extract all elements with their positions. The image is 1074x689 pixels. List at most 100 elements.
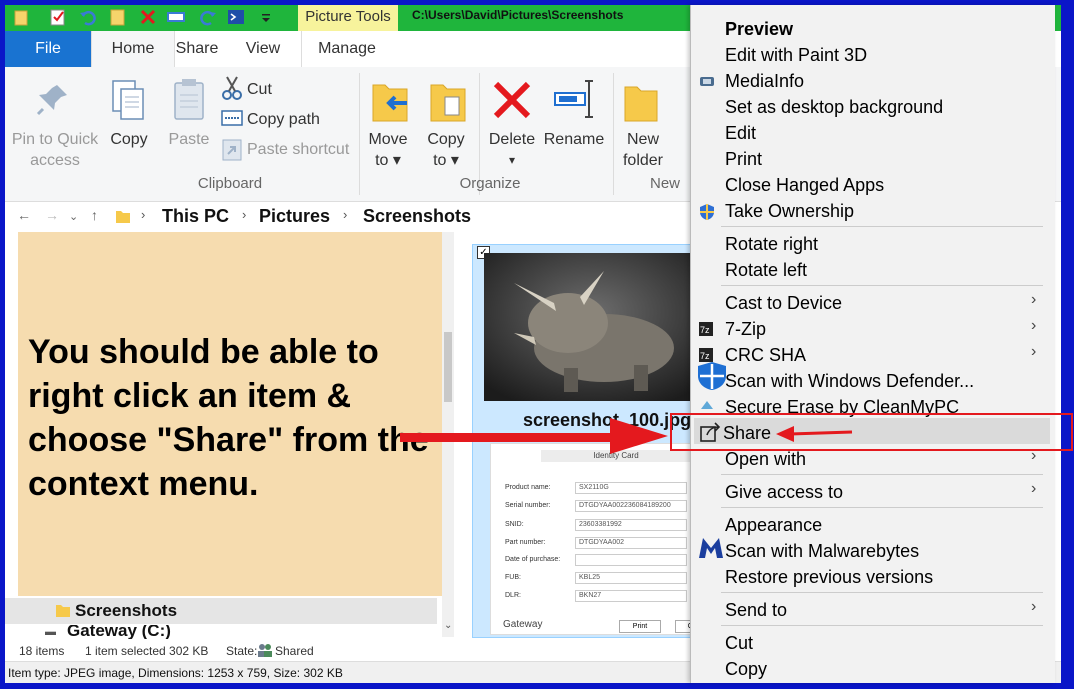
7zip-icon: 7z: [699, 322, 713, 336]
tab-view[interactable]: View: [245, 31, 281, 67]
gateway-logo: Gateway: [503, 619, 543, 630]
breadcrumb-separator[interactable]: ›: [343, 207, 347, 222]
cut-icon: [222, 76, 242, 100]
menu-item-set-desktop-background[interactable]: Set as desktop background: [725, 97, 943, 118]
paste-button[interactable]: Paste: [163, 129, 215, 150]
delete-button[interactable]: Delete ▾: [487, 129, 537, 171]
menu-item-cast-to-device[interactable]: Cast to Device: [725, 293, 842, 314]
doc-row-label: Date of purchase:: [505, 556, 561, 563]
menu-item-restore-previous-versions[interactable]: Restore previous versions: [725, 567, 933, 588]
breadcrumb-this-pc[interactable]: This PC: [162, 206, 229, 227]
menu-item-7zip[interactable]: 7-Zip: [725, 319, 766, 340]
move-to-button[interactable]: Move to ▾: [363, 129, 413, 171]
scroll-down-icon[interactable]: ⌄: [444, 620, 452, 631]
delete-x-icon: [493, 81, 531, 119]
doc-row-label: SNID:: [505, 521, 524, 528]
nav-item-gateway-drive[interactable]: ▬ Gateway (C:): [5, 625, 437, 639]
chevron-down-icon: ▾: [508, 153, 516, 167]
copy-to-button[interactable]: Copy to ▾: [421, 129, 471, 171]
breadcrumb-screenshots[interactable]: Screenshots: [363, 206, 471, 227]
menu-item-copy[interactable]: Copy: [725, 659, 767, 680]
back-arrow-icon[interactable]: ←: [17, 207, 31, 223]
submenu-arrow-icon: ›: [1031, 343, 1037, 360]
menu-item-crc-sha[interactable]: CRC SHA: [725, 345, 806, 366]
menu-item-mediainfo[interactable]: MediaInfo: [725, 71, 804, 92]
new-folder-icon: [624, 86, 658, 122]
menu-item-send-to[interactable]: Send to: [725, 600, 787, 621]
doc-row-value: 23603381992: [579, 521, 622, 528]
rename-button[interactable]: Rename: [543, 129, 605, 150]
nav-item-label: Screenshots: [75, 601, 178, 620]
menu-item-preview[interactable]: Preview: [725, 19, 793, 40]
recent-locations-icon[interactable]: ⌄: [69, 210, 78, 223]
tab-file[interactable]: File: [5, 31, 91, 67]
tab-share[interactable]: Share: [175, 31, 219, 67]
menu-item-scan-malwarebytes[interactable]: Scan with Malwarebytes: [725, 541, 919, 562]
customize-qat-icon[interactable]: [257, 8, 275, 26]
status-bar: 18 items 1 item selected 302 KB State: S…: [5, 639, 695, 661]
menu-item-print[interactable]: Print: [725, 149, 762, 170]
nav-item-screenshots[interactable]: Screenshots: [5, 598, 437, 624]
forward-arrow-icon[interactable]: →: [45, 207, 59, 223]
menu-item-appearance[interactable]: Appearance: [725, 515, 822, 536]
menu-item-rotate-left[interactable]: Rotate left: [725, 260, 807, 281]
submenu-arrow-icon: ›: [1031, 480, 1037, 497]
move-to-label-2: to ▾: [375, 152, 401, 169]
nav-item-label: Gateway (C:): [67, 625, 171, 639]
copy-icon: [112, 80, 144, 120]
nav-pane-scrollbar[interactable]: ⌄: [442, 232, 454, 637]
new-group-label: New: [649, 175, 680, 192]
copy-to-icon: [430, 84, 466, 122]
up-arrow-icon[interactable]: ↑: [91, 207, 98, 223]
cut-button[interactable]: Cut: [247, 79, 272, 100]
doc-row-value: KBL25: [579, 574, 601, 581]
breadcrumb-separator[interactable]: ›: [242, 207, 246, 222]
move-to-icon: [372, 84, 408, 122]
menu-item-scan-windows-defender[interactable]: Scan with Windows Defender...: [725, 371, 974, 392]
menu-item-edit[interactable]: Edit: [725, 123, 756, 144]
scrollbar-thumb[interactable]: [444, 332, 452, 402]
window-title: C:\Users\David\Pictures\Screenshots: [412, 8, 624, 22]
svg-text:7z: 7z: [700, 325, 710, 335]
menu-item-edit-paint3d[interactable]: Edit with Paint 3D: [725, 45, 867, 66]
tab-home[interactable]: Home: [91, 31, 175, 67]
copy-path-icon: [221, 110, 243, 126]
redo-icon[interactable]: [199, 8, 217, 26]
rename-icon[interactable]: [167, 8, 185, 26]
state-value: Shared: [275, 644, 314, 658]
doc-row-label: Product name:: [505, 484, 551, 491]
doc-row-value: BKN27: [579, 592, 602, 599]
uac-shield-icon: [700, 204, 714, 220]
menu-separator: [721, 285, 1043, 286]
new-folder-label-1: New: [626, 131, 659, 148]
selection-info: 1 item selected 302 KB: [85, 644, 209, 658]
menu-item-cut[interactable]: Cut: [725, 633, 753, 654]
crc-sha-icon: 7z: [699, 348, 713, 362]
pin-to-quick-access-button[interactable]: Pin to Quick access: [9, 129, 101, 171]
tab-manage[interactable]: Manage: [301, 31, 392, 67]
group-separator: [359, 73, 360, 195]
delete-icon[interactable]: [139, 8, 157, 26]
new-folder-icon[interactable]: [109, 8, 127, 26]
menu-item-rotate-right[interactable]: Rotate right: [725, 234, 818, 255]
folder-icon: [14, 10, 28, 26]
menu-item-close-hanged-apps[interactable]: Close Hanged Apps: [725, 175, 884, 196]
callout-text: You should be able to right click an ite…: [28, 333, 429, 503]
powershell-icon[interactable]: [227, 8, 245, 26]
new-folder-label-2: folder: [622, 152, 664, 169]
properties-icon[interactable]: [49, 8, 67, 26]
undo-icon[interactable]: [79, 8, 97, 26]
menu-item-give-access-to[interactable]: Give access to: [725, 482, 843, 503]
new-folder-button[interactable]: New folder: [617, 129, 669, 171]
menu-item-take-ownership[interactable]: Take Ownership: [725, 201, 854, 222]
breadcrumb-pictures[interactable]: Pictures: [259, 206, 330, 227]
paste-shortcut-button[interactable]: Paste shortcut: [247, 139, 349, 160]
delete-label: Delete: [488, 131, 536, 148]
breadcrumb-separator[interactable]: ›: [141, 207, 145, 222]
copy-path-button[interactable]: Copy path: [247, 109, 320, 130]
malwarebytes-icon: [699, 538, 723, 558]
menu-item-open-with[interactable]: Open with: [725, 449, 806, 470]
menu-separator: [721, 625, 1043, 626]
doc-print-button: Print: [619, 620, 661, 633]
copy-button[interactable]: Copy: [105, 129, 153, 150]
